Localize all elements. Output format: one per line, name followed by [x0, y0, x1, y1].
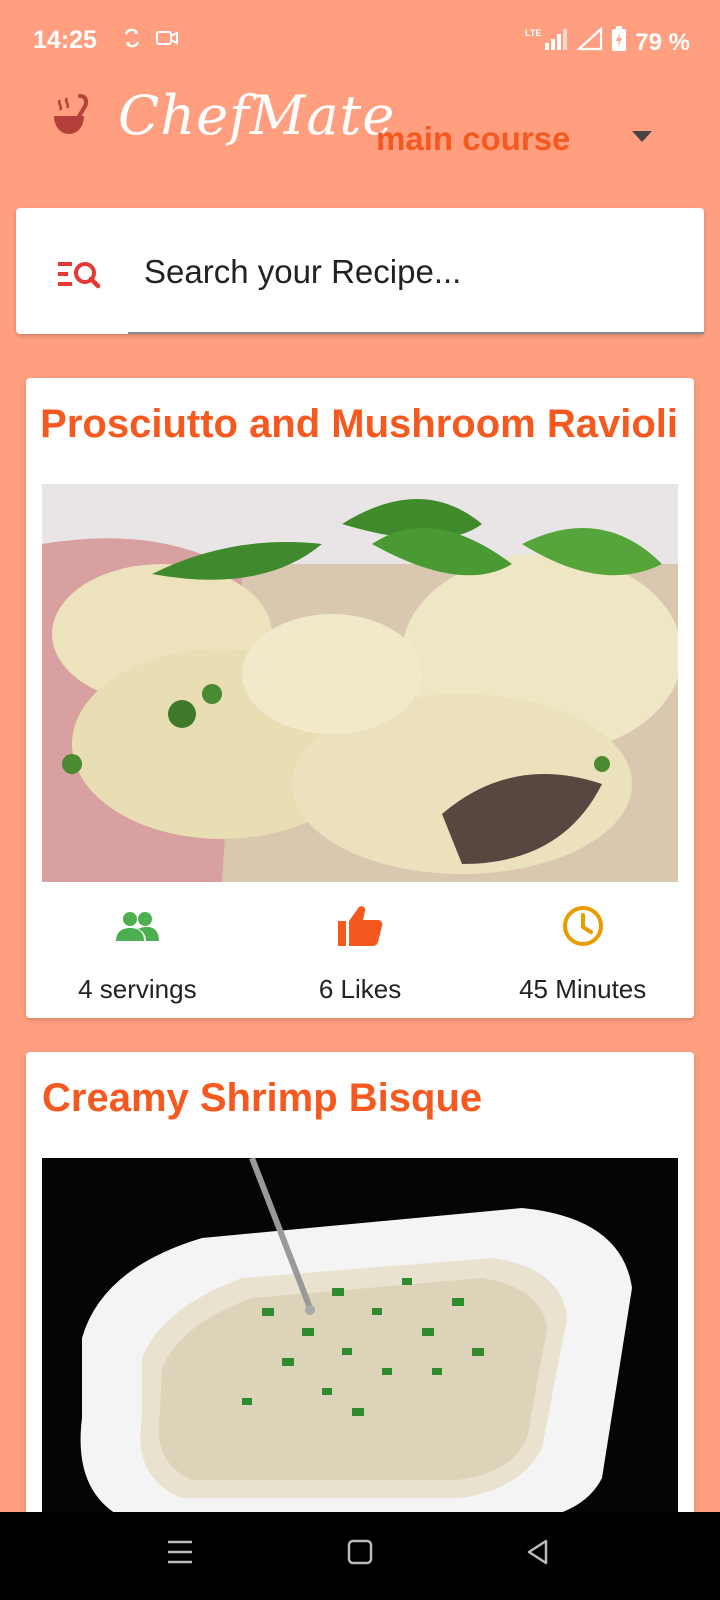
servings-stat: 4 servings: [26, 888, 249, 1008]
battery-charging-icon: [611, 26, 627, 59]
recipe-card[interactable]: Creamy Shrimp Bisque: [26, 1052, 694, 1522]
app-brand-title: ChefMate: [118, 84, 396, 147]
likes-label: 6 Likes: [318, 974, 402, 1004]
ladle-icon: [50, 92, 96, 143]
search-underline: [128, 332, 704, 334]
recipe-stats: 4 servings 6 Likes 45 Minutes: [26, 888, 694, 1008]
battery-percent: 79 %: [635, 28, 690, 56]
chevron-down-icon: [632, 131, 652, 142]
status-time: 14:25: [33, 26, 97, 54]
sync-icon: [122, 28, 142, 53]
menu-icon[interactable]: [166, 1538, 194, 1571]
category-dropdown[interactable]: main course: [376, 114, 666, 164]
recipe-title: Prosciutto and Mushroom Ravioli: [42, 402, 678, 446]
recipe-title: Creamy Shrimp Bisque: [42, 1076, 483, 1120]
recipe-image: [42, 484, 678, 882]
people-icon: [26, 896, 249, 956]
time-stat: 45 Minutes: [471, 888, 694, 1008]
signal-icon: [576, 26, 603, 58]
search-input[interactable]: [128, 244, 718, 300]
category-selected-value: main course: [376, 120, 571, 157]
home-icon[interactable]: [346, 1538, 374, 1571]
status-bar: 14:25 LTE 79 %: [0, 0, 720, 80]
system-navigation-bar: [0, 1512, 720, 1600]
recipe-image: [42, 1158, 678, 1522]
video-icon: [156, 30, 178, 51]
servings-label: 4 servings: [78, 974, 197, 1004]
lte-signal-icon: LTE: [525, 27, 569, 58]
clock-icon: [471, 896, 694, 956]
thumb-up-icon[interactable]: [249, 896, 472, 956]
likes-stat[interactable]: 6 Likes: [249, 888, 472, 1008]
recipe-card[interactable]: Prosciutto and Mushroom Ravioli 4 servin…: [26, 378, 694, 1018]
time-label: 45 Minutes: [519, 974, 647, 1004]
back-icon[interactable]: [524, 1538, 552, 1571]
search-card: [16, 208, 718, 334]
list-search-icon: [58, 260, 102, 295]
svg-text:LTE: LTE: [525, 28, 541, 38]
